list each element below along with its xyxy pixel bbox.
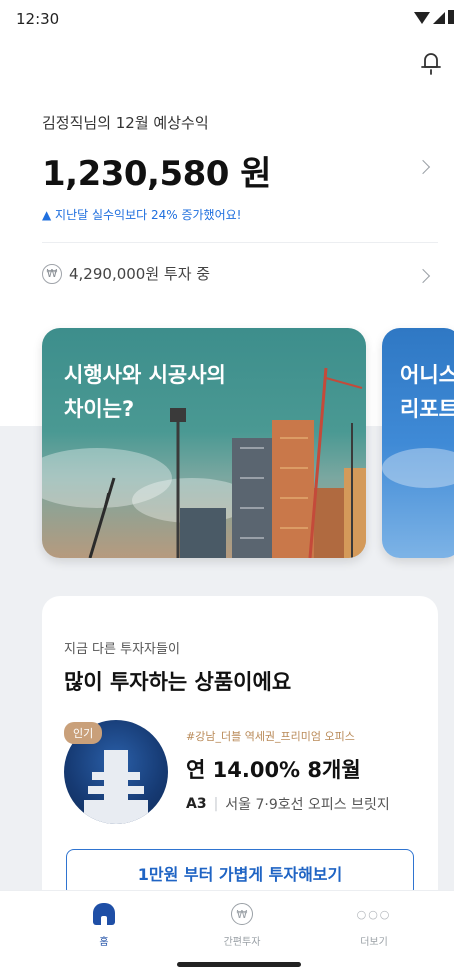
building-shape bbox=[84, 800, 148, 824]
growth-notice: ▲ 지난달 실수익보다 24% 증가했어요! bbox=[42, 208, 242, 222]
home-icon bbox=[93, 903, 115, 925]
won-coin-icon: ₩ bbox=[42, 263, 62, 284]
more-dots-icon: ○○○ bbox=[356, 907, 392, 921]
nav-more[interactable]: ○○○ 더보기 bbox=[334, 903, 414, 949]
won-coin-icon: ₩ bbox=[231, 903, 253, 925]
article-card[interactable]: 시행사와 시공사의 차이는? bbox=[42, 328, 366, 558]
expected-income-title: 김정직님의 12월 예상수익 bbox=[42, 114, 209, 132]
divider bbox=[42, 242, 438, 243]
nav-more-label: 더보기 bbox=[360, 937, 388, 948]
nav-home-label: 홈 bbox=[99, 937, 109, 948]
article-card[interactable]: 어니스 리포트 bbox=[382, 328, 454, 558]
building-shape bbox=[88, 786, 144, 794]
battery-icon bbox=[448, 10, 454, 24]
investing-amount: 4,290,000원 투자 중 bbox=[69, 265, 211, 283]
section-title: 많이 투자하는 상품이에요 bbox=[64, 670, 292, 694]
building-shape bbox=[92, 772, 140, 780]
status-time: 12:30 bbox=[16, 10, 60, 28]
card-title: 어니스 리포트 bbox=[400, 363, 454, 421]
product-grade: A3 bbox=[186, 796, 207, 812]
product-location: 서울 7·9호선 오피스 브릿지 bbox=[225, 797, 390, 813]
separator: | bbox=[213, 796, 219, 812]
home-indicator[interactable] bbox=[177, 962, 301, 967]
popular-badge: 인기 bbox=[64, 722, 103, 744]
nav-easy-invest-label: 간편투자 bbox=[223, 937, 261, 948]
cellular-signal-icon bbox=[433, 12, 445, 24]
product-rate[interactable]: 연 14.00% 8개월 bbox=[186, 754, 361, 784]
product-info: A3 | 서울 7·9호선 오피스 브릿지 bbox=[186, 794, 390, 814]
nav-home[interactable]: 홈 bbox=[64, 903, 144, 948]
status-bar: 12:30 bbox=[0, 0, 454, 40]
status-icons bbox=[414, 10, 454, 24]
cloud-shape bbox=[382, 448, 454, 488]
bell-icon[interactable] bbox=[420, 50, 442, 76]
card-title: 시행사와 시공사의 차이는? bbox=[64, 363, 226, 421]
popular-products-section: 지금 다른 투자자들이 많이 투자하는 상품이에요 인기 #강남_더블 역세권_… bbox=[42, 596, 438, 926]
investing-row[interactable]: ₩ 4,290,000원 투자 중 bbox=[42, 263, 210, 284]
nav-easy-invest[interactable]: ₩ 간편투자 bbox=[202, 903, 282, 948]
expected-income-amount[interactable]: 1,230,580 원 bbox=[42, 146, 272, 195]
section-subtitle: 지금 다른 투자자들이 bbox=[64, 642, 180, 657]
wifi-icon bbox=[414, 12, 430, 24]
product-tag: #강남_더블 역세권_프리미엄 오피스 bbox=[186, 730, 355, 743]
